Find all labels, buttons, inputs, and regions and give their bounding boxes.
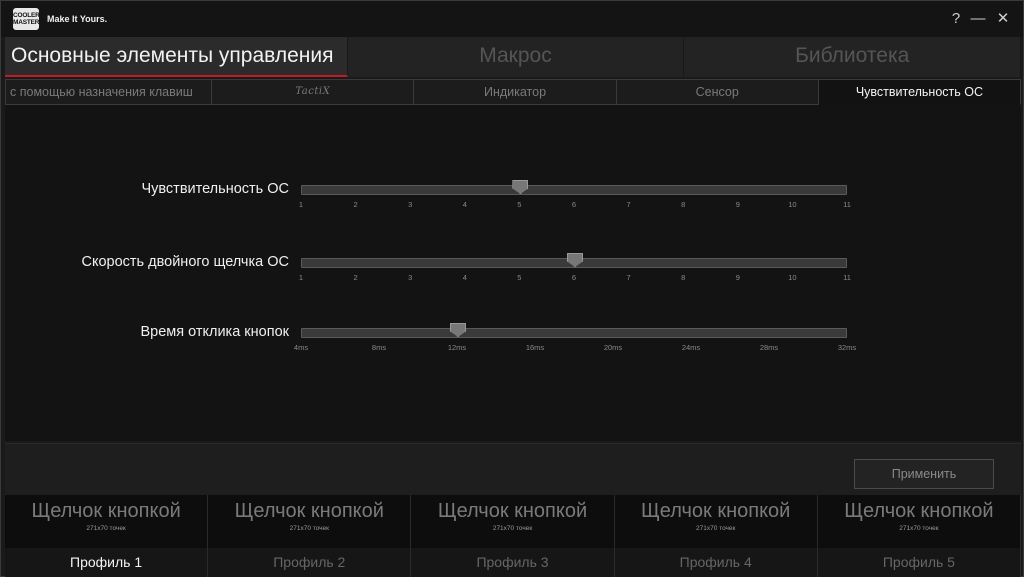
slider-thumb[interactable]: [512, 180, 529, 194]
slider-tick-label: 1: [298, 273, 304, 282]
profile-bar: Щелчок кнопкой 271x70 точек Профиль 1 Ще…: [5, 495, 1022, 577]
button-response-time-slider[interactable]: [301, 323, 847, 338]
main-tabs: Основные элементы управления Макрос Библ…: [5, 37, 1022, 77]
subtab-os-sensitivity[interactable]: Чувствительность ОС: [818, 79, 1022, 105]
profile-name: Профиль 1: [5, 548, 208, 577]
profile-name: Профиль 3: [411, 548, 614, 577]
subtab-sensor[interactable]: Сенсор: [616, 79, 819, 105]
slider-tick-label: 11: [843, 273, 851, 282]
sub-tabs: с помощью назначения клавиш TactiX Индик…: [5, 79, 1022, 105]
subtab-key-assignment[interactable]: с помощью назначения клавиш: [5, 79, 213, 105]
slider-tick-label: 8: [681, 273, 686, 282]
profile-3[interactable]: Щелчок кнопкой 271x70 точек Профиль 3: [411, 495, 615, 577]
slider-tick-label: 24ms: [681, 343, 701, 352]
profile-thumbnail: Щелчок кнопкой 271x70 точек: [5, 495, 207, 547]
slider-tick-label: 4: [462, 200, 467, 209]
profile-title: Щелчок кнопкой: [844, 500, 994, 522]
profile-title: Щелчок кнопкой: [31, 500, 181, 522]
cooler-master-logo: COOLER MASTER: [13, 8, 40, 30]
tab-basic-controls[interactable]: Основные элементы управления: [5, 37, 348, 77]
close-icon[interactable]: ✕: [994, 9, 1012, 29]
tagline: Make It Yours.: [47, 14, 108, 24]
slider-ticks: 4ms 8ms 12ms 16ms 20ms 24ms 28ms 32ms: [294, 343, 856, 355]
profile-name: Профиль 4: [614, 548, 817, 577]
slider-tick-label: 28ms: [759, 343, 779, 352]
setting-label: Время отклика кнопок: [140, 324, 289, 340]
apply-button[interactable]: Применить: [854, 459, 994, 489]
slider-tick-label: 3: [408, 200, 413, 209]
tab-macro[interactable]: Макрос: [348, 37, 685, 77]
slider-tick-label: 10: [788, 273, 797, 282]
profile-thumbnail: Щелчок кнопкой 271x70 точек: [208, 495, 410, 547]
slider-tick-label: 3: [408, 273, 413, 282]
slider-tick-label: 7: [626, 200, 631, 209]
slider-thumb[interactable]: [450, 323, 466, 337]
profile-name: Профиль 2: [208, 548, 411, 577]
app-window: COOLER MASTER Make It Yours. ? — ✕ Основ…: [0, 0, 1024, 577]
slider-tick-label: 2: [353, 200, 358, 209]
slider-tick-label: 9: [735, 273, 740, 282]
os-sensitivity-setting: Чувствительность ОС 1 2 3 4 5 6 7 8 9 10 11: [5, 180, 1021, 221]
slider-tick-label: 7: [626, 273, 631, 282]
slider-tick-label: 11: [843, 200, 851, 209]
setting-label: Скорость двойного щелчка ОС: [81, 254, 290, 270]
subtab-indicator[interactable]: Индикатор: [414, 79, 617, 105]
slider-tick-label: 6: [571, 200, 577, 209]
profile-4[interactable]: Щелчок кнопкой 271x70 точек Профиль 4: [614, 495, 818, 577]
os-sensitivity-slider[interactable]: [301, 180, 847, 195]
slider-tick-label: 6: [571, 273, 577, 282]
slider-tick-label: 20ms: [603, 343, 623, 352]
profile-title: Щелчок кнопкой: [437, 500, 588, 522]
profile-1[interactable]: Щелчок кнопкой 271x70 точек Профиль 1: [5, 495, 209, 577]
profile-thumbnail: Щелчок кнопкой 271x70 точек: [818, 495, 1020, 547]
title-bar: COOLER MASTER Make It Yours. ? — ✕: [1, 1, 1023, 37]
slider-tick-label: 8: [681, 200, 686, 209]
slider-tick-label: 4: [462, 273, 467, 282]
tab-library[interactable]: Библиотека: [684, 37, 1022, 77]
profile-name: Профиль 5: [817, 548, 1021, 577]
help-icon[interactable]: ?: [947, 9, 965, 29]
profile-2[interactable]: Щелчок кнопкой 271x70 точек Профиль 2: [208, 495, 412, 577]
slider-ticks: 1 2 3 4 5 6 7 8 9 10 11: [298, 273, 851, 285]
slider-tick-label: 2: [353, 273, 358, 282]
profile-size: 271x70 точек: [86, 525, 126, 532]
slider-thumb[interactable]: [567, 253, 583, 267]
settings-panel: Чувствительность ОС 1 2 3 4 5 6 7 8 9 10 11 Скорос…: [5, 105, 1021, 441]
subtab-tactix[interactable]: TactiX: [212, 79, 415, 105]
slider-tick-label: 5: [517, 200, 522, 209]
action-bar: Применить: [5, 443, 1021, 495]
slider-tick-label: 9: [735, 200, 740, 209]
slider-tick-label: 5: [517, 273, 522, 282]
slider-tick-label: 4ms: [293, 343, 309, 352]
profile-thumbnail: Щелчок кнопкой 271x70 точек: [411, 495, 613, 547]
profile-thumbnail: Щелчок кнопкой 271x70 точек: [615, 495, 817, 547]
profile-title: Щелчок кнопкой: [641, 500, 791, 522]
double-click-speed-setting: Скорость двойного щелчка ОС 1 2 3 4 5 6 7 8 9 10 1…: [5, 253, 1021, 294]
profile-size: 271x70 точек: [696, 525, 736, 532]
profile-5[interactable]: Щелчок кнопкой 271x70 точек Профиль 5: [817, 495, 1022, 577]
double-click-speed-slider[interactable]: [301, 253, 847, 268]
slider-tick-label: 1: [298, 200, 304, 209]
slider-tick-label: 8ms: [371, 343, 387, 352]
minimize-icon[interactable]: —: [969, 9, 987, 29]
slider-tick-label: 16ms: [525, 343, 545, 352]
slider-ticks: 1 2 3 4 5 6 7 8 9 10 11: [298, 200, 851, 212]
slider-tick-label: 32ms: [837, 343, 857, 352]
profile-title: Щелчок кнопкой: [234, 500, 384, 522]
slider-tick-label: 12ms: [447, 343, 467, 352]
setting-label: Чувствительность ОС: [141, 181, 289, 197]
profile-size: 271x70 точек: [289, 525, 329, 532]
logo-text: COOLER MASTER: [13, 12, 40, 26]
profile-size: 271x70 точек: [899, 525, 939, 532]
button-response-time-setting: Время отклика кнопок 4ms 8ms 12ms 16ms 20ms 2…: [5, 323, 1021, 364]
slider-tick-label: 10: [788, 200, 797, 209]
profile-size: 271x70 точек: [492, 525, 533, 532]
